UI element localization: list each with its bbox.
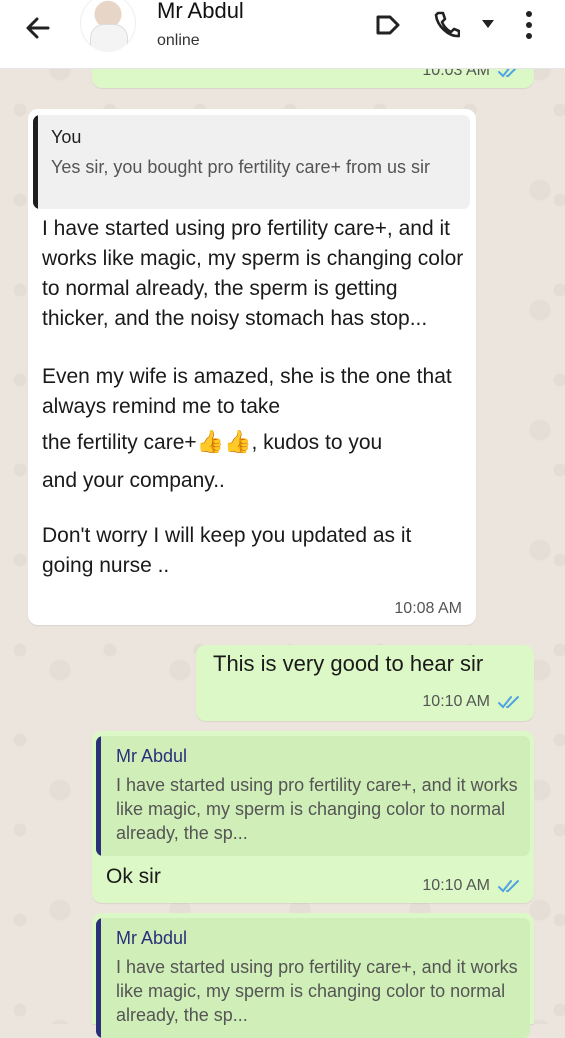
outgoing-message[interactable]: Mr Abdul I have started using pro fertil…: [92, 913, 534, 1038]
more-options-icon[interactable]: [524, 10, 534, 40]
message-paragraph: I have started using pro fertility care+…: [42, 217, 464, 330]
read-ticks-icon: [498, 880, 519, 893]
contact-status: online: [157, 32, 200, 49]
quoted-message[interactable]: You Yes sir, you bought pro fertility ca…: [33, 115, 470, 209]
message-fragment: the fertility care+: [42, 431, 197, 454]
quote-bar: [33, 115, 38, 209]
dropdown-icon[interactable]: [481, 19, 495, 29]
quote-text: Yes sir, you bought pro fertility care+ …: [51, 157, 431, 177]
message-paragraph: and your company..: [42, 469, 225, 492]
chat-header: Mr Abdul online: [0, 0, 565, 69]
message-paragraph: Even my wife is amazed, she is the one t…: [42, 365, 452, 418]
quote-bar: [96, 736, 101, 856]
quoted-message[interactable]: Mr Abdul I have started using pro fertil…: [96, 918, 530, 1038]
message-time: 10:10 AM: [422, 693, 490, 710]
message-text: This is very good to hear sir: [213, 651, 484, 676]
quote-author: Mr Abdul: [116, 928, 188, 948]
quoted-message[interactable]: Mr Abdul I have started using pro fertil…: [96, 736, 530, 856]
message-text: Ok sir: [106, 865, 161, 888]
quote-author: You: [51, 127, 82, 147]
message-fragment: , kudos to you: [251, 431, 383, 454]
thumbs-up-emoji: 👍👍: [196, 429, 252, 454]
message-line: the fertility care+👍👍, kudos to you: [42, 422, 467, 463]
read-ticks-icon: [498, 696, 519, 709]
video-call-icon[interactable]: [374, 12, 404, 38]
message-time: 10:08 AM: [394, 600, 462, 617]
back-arrow-icon[interactable]: [22, 12, 54, 44]
quote-bar: [96, 918, 101, 1038]
message-text: I have started using pro fertility care+…: [42, 214, 467, 581]
contact-name[interactable]: Mr Abdul: [157, 0, 244, 24]
message-paragraph: Don't worry I will keep you updated as i…: [42, 524, 412, 577]
quote-text: I have started using pro fertility care+…: [116, 957, 518, 1025]
message-time: 10:10 AM: [422, 877, 490, 894]
incoming-message[interactable]: You Yes sir, you bought pro fertility ca…: [28, 109, 476, 625]
phone-call-icon[interactable]: [432, 10, 460, 40]
quote-author: Mr Abdul: [116, 746, 188, 766]
outgoing-message[interactable]: This is very good to hear sir 10:10 AM: [196, 645, 534, 721]
quote-text: I have started using pro fertility care+…: [116, 775, 518, 843]
contact-avatar[interactable]: [80, 0, 136, 52]
outgoing-message[interactable]: Mr Abdul I have started using pro fertil…: [92, 731, 534, 903]
